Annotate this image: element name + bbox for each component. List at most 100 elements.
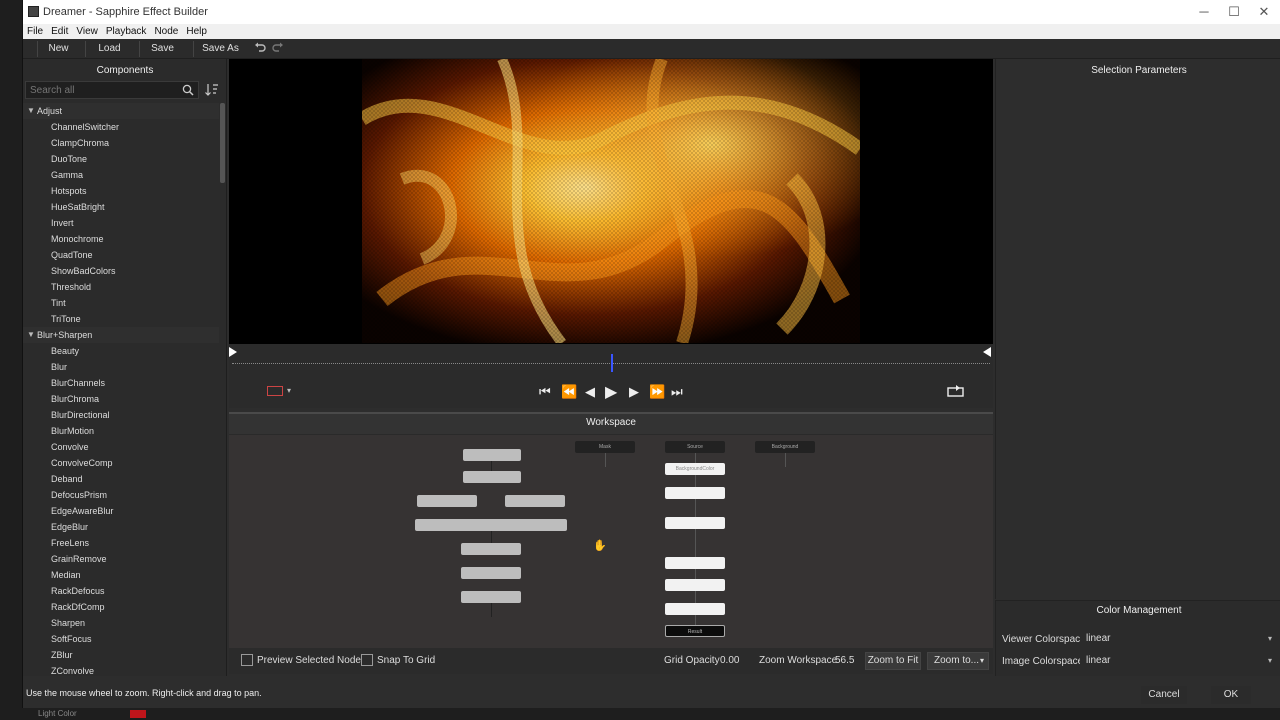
tree-item[interactable]: BlurDirectional: [23, 407, 219, 423]
node-mask[interactable]: Mask: [575, 441, 635, 453]
node-grey[interactable]: [463, 471, 521, 483]
play-icon[interactable]: ▶: [605, 382, 617, 402]
node-grey[interactable]: [461, 543, 521, 555]
node-grey[interactable]: [461, 591, 521, 603]
tree-item[interactable]: ZConvolve: [23, 663, 219, 676]
node-background[interactable]: Background: [755, 441, 815, 453]
playhead[interactable]: [611, 354, 613, 372]
menu-view[interactable]: View: [72, 24, 102, 39]
tree-item[interactable]: Median: [23, 567, 219, 583]
tree-item[interactable]: EdgeAwareBlur: [23, 503, 219, 519]
expand-triangle-icon[interactable]: ▼: [27, 103, 35, 119]
ok-button[interactable]: OK: [1211, 686, 1251, 704]
node-white[interactable]: [665, 579, 725, 591]
tree-item[interactable]: ClampChroma: [23, 135, 219, 151]
tree-item[interactable]: QuadTone: [23, 247, 219, 263]
save-as-button[interactable]: Save As: [193, 41, 247, 57]
tree-item[interactable]: Sharpen: [23, 615, 219, 631]
node-result[interactable]: Result: [665, 625, 725, 637]
loop-icon[interactable]: [947, 384, 965, 401]
tree-item[interactable]: EdgeBlur: [23, 519, 219, 535]
node-graph-canvas[interactable]: Mask Source Background BackgroundColor R…: [229, 434, 993, 649]
node-white[interactable]: [665, 603, 725, 615]
out-point-marker[interactable]: [983, 347, 991, 357]
tree-item[interactable]: ZBlur: [23, 647, 219, 663]
close-button[interactable]: ✕: [1249, 3, 1279, 21]
tree-item[interactable]: Blur: [23, 359, 219, 375]
tree-scrollbar[interactable]: [220, 103, 225, 183]
tree-item[interactable]: SoftFocus: [23, 631, 219, 647]
tree-item[interactable]: ChannelSwitcher: [23, 119, 219, 135]
skip-to-end-icon[interactable]: ⏭: [671, 384, 683, 400]
node-grey[interactable]: [417, 495, 477, 507]
tree-item[interactable]: HueSatBright: [23, 199, 219, 215]
menu-edit[interactable]: Edit: [47, 24, 72, 39]
node-white[interactable]: [665, 517, 725, 529]
tree-item[interactable]: Hotspots: [23, 183, 219, 199]
tree-item[interactable]: RackDefocus: [23, 583, 219, 599]
step-forward-icon[interactable]: ▶: [629, 384, 639, 400]
fast-forward-icon[interactable]: ⏩: [649, 384, 665, 400]
timeline[interactable]: [229, 344, 993, 376]
node-grey[interactable]: [415, 519, 567, 531]
tree-item[interactable]: Gamma: [23, 167, 219, 183]
new-button[interactable]: New: [37, 41, 79, 57]
tree-item[interactable]: Beauty: [23, 343, 219, 359]
redo-icon[interactable]: [271, 41, 285, 57]
tree-item[interactable]: ShowBadColors: [23, 263, 219, 279]
tree-item[interactable]: BlurChannels: [23, 375, 219, 391]
in-point-marker[interactable]: [229, 347, 237, 357]
background-color-swatch[interactable]: [267, 386, 283, 396]
load-button[interactable]: Load: [85, 41, 133, 57]
menu-playback[interactable]: Playback: [102, 24, 151, 39]
tree-item[interactable]: GrainRemove: [23, 551, 219, 567]
tree-item[interactable]: FreeLens: [23, 535, 219, 551]
node-source[interactable]: Source: [665, 441, 725, 453]
expand-triangle-icon[interactable]: ▼: [27, 327, 35, 343]
preview-viewer[interactable]: [229, 59, 993, 351]
tree-item[interactable]: BlurMotion: [23, 423, 219, 439]
chevron-down-icon[interactable]: ▾: [287, 386, 291, 395]
search-input[interactable]: [26, 82, 176, 98]
grid-opacity-value[interactable]: 0.00: [720, 655, 739, 666]
tree-item[interactable]: DuoTone: [23, 151, 219, 167]
tree-category[interactable]: ▼ Adjust: [23, 103, 219, 119]
zoom-workspace-value[interactable]: 56.5: [835, 655, 854, 666]
menu-file[interactable]: File: [23, 24, 47, 39]
tree-item[interactable]: RackDfComp: [23, 599, 219, 615]
tree-item[interactable]: Convolve: [23, 439, 219, 455]
node-grey[interactable]: [463, 449, 521, 461]
node-grey[interactable]: [461, 567, 521, 579]
menu-node[interactable]: Node: [150, 24, 182, 39]
node-white[interactable]: [665, 557, 725, 569]
search-icon[interactable]: [182, 84, 194, 96]
maximize-button[interactable]: ☐: [1219, 3, 1249, 21]
snap-to-grid-checkbox[interactable]: [361, 654, 373, 666]
tree-item[interactable]: Monochrome: [23, 231, 219, 247]
cancel-button[interactable]: Cancel: [1141, 686, 1187, 704]
zoom-to-fit-button[interactable]: Zoom to Fit: [865, 652, 921, 670]
tree-item[interactable]: TriTone: [23, 311, 219, 327]
menu-help[interactable]: Help: [182, 24, 211, 39]
image-colorspace-select[interactable]: linear ▾: [1080, 652, 1276, 670]
node-white[interactable]: [665, 487, 725, 499]
zoom-to-dropdown[interactable]: Zoom to... ▾: [927, 652, 989, 670]
skip-to-start-icon[interactable]: ⏮: [539, 384, 551, 400]
tree-item[interactable]: Threshold: [23, 279, 219, 295]
rewind-icon[interactable]: ⏪: [561, 384, 577, 400]
step-back-icon[interactable]: ◀: [585, 384, 595, 400]
preview-selected-checkbox[interactable]: [241, 654, 253, 666]
tree-item[interactable]: BlurChroma: [23, 391, 219, 407]
tree-item[interactable]: Tint: [23, 295, 219, 311]
tree-item[interactable]: Invert: [23, 215, 219, 231]
tree-item[interactable]: Deband: [23, 471, 219, 487]
viewer-colorspace-select[interactable]: linear ▾: [1080, 630, 1276, 648]
undo-icon[interactable]: [253, 41, 267, 57]
sort-icon[interactable]: [203, 81, 221, 99]
save-button[interactable]: Save: [139, 41, 185, 57]
tree-item[interactable]: ConvolveComp: [23, 455, 219, 471]
tree-item[interactable]: DefocusPrism: [23, 487, 219, 503]
minimize-button[interactable]: ─: [1189, 3, 1219, 21]
tree-category[interactable]: ▼ Blur+Sharpen: [23, 327, 219, 343]
node-grey[interactable]: [505, 495, 565, 507]
